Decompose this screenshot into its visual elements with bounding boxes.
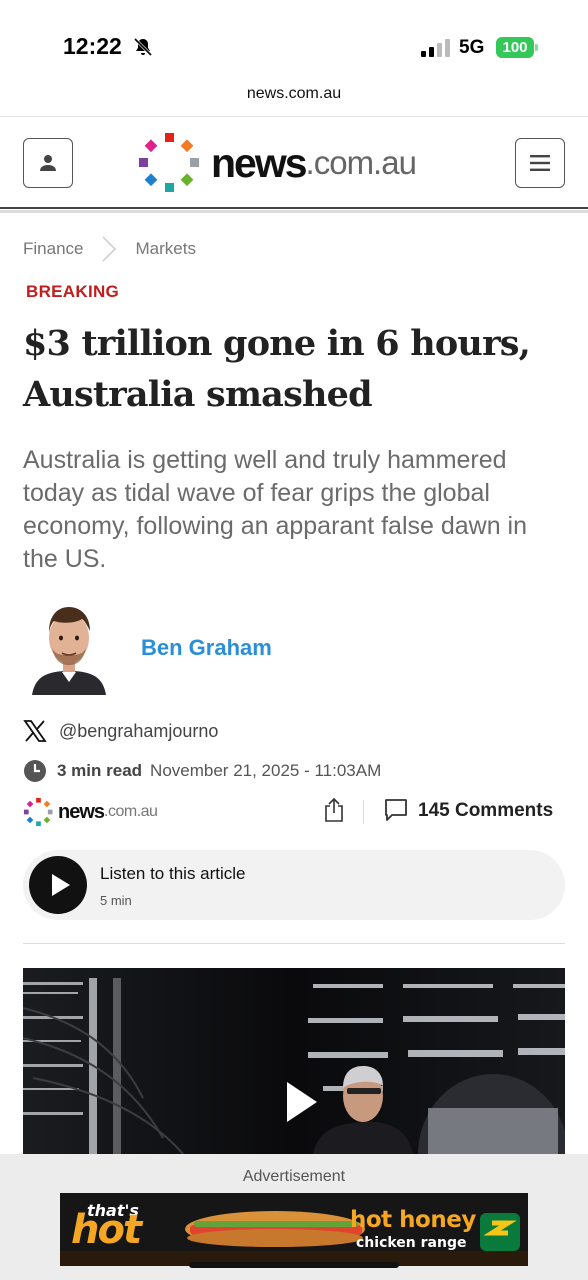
battery-icon: 100 [496,37,534,58]
menu-icon [530,155,550,171]
mini-logo-tld: .com.au [104,803,158,820]
account-button[interactable] [23,138,73,188]
comments-link[interactable]: 145 Comments [418,800,553,822]
video-thumbnail [23,968,565,1154]
breaking-label: BREAKING [26,282,120,301]
breadcrumb: Finance Markets [23,236,196,262]
status-bar: 12:22 5G 100 [0,0,588,80]
home-indicator[interactable] [189,1262,399,1268]
share-icon[interactable] [323,797,345,823]
content-divider [23,943,565,944]
published-date: November 21, 2025 - 11:03AM [150,761,382,780]
author-avatar[interactable] [30,600,108,695]
mini-logo-word: news [58,800,105,823]
article-meta: 3 min read November 21, 2025 - 11:03AM [23,759,381,783]
share-divider [363,800,364,824]
signal-bars-icon [421,39,450,57]
logo-word: news [211,139,308,186]
article-headline: $3 trillion gone in 6 hours, Australia s… [23,323,531,415]
ad-text-hot: hot [71,1207,142,1253]
logo-dots-icon [139,133,199,192]
share-bar: news .com.au 145 Comments [23,792,565,830]
video-play-icon[interactable] [285,1080,319,1124]
site-logo[interactable]: news .com.au [137,131,417,195]
browser-url[interactable]: news.com.au [0,85,588,103]
logo-tld: .com.au [305,144,417,181]
status-time: 12:22 [63,33,122,59]
player-title: Listen to this article [100,864,246,883]
menu-button[interactable] [515,138,565,188]
chevron-right-icon [102,236,117,262]
author-name-link[interactable]: Ben Graham [141,635,272,661]
audio-player: Listen to this article 5 min [23,850,565,920]
account-icon [40,155,56,171]
battery-cap [535,44,538,51]
read-time: 3 min read [57,761,143,780]
site-header: news .com.au [0,116,588,210]
clock-icon [24,760,46,782]
ad-text-line2: chicken range [356,1235,467,1251]
ad-label: Advertisement [242,1168,346,1185]
ad-text-line1: hot honey [350,1207,476,1233]
breadcrumb-markets[interactable]: Markets [135,239,195,259]
twitter-handle: @bengrahamjourno [59,720,219,741]
header-divider [0,207,588,213]
article-standfirst: Australia is getting well and truly hamm… [23,446,528,573]
mini-site-logo: news .com.au [23,797,158,827]
twitter-link[interactable]: @bengrahamjourno [23,719,218,743]
player-duration: 5 min [100,893,132,908]
play-icon[interactable] [29,856,87,914]
bell-slash-icon [133,37,153,57]
logo-dots-icon [23,797,53,827]
breadcrumb-finance[interactable]: Finance [23,239,83,259]
hero-video[interactable] [23,968,565,1154]
ad-banner[interactable]: that's hot hot honey chicken range [60,1193,528,1266]
x-logo-icon [23,720,47,742]
comment-icon[interactable] [384,798,408,822]
network-type: 5G [459,37,485,58]
